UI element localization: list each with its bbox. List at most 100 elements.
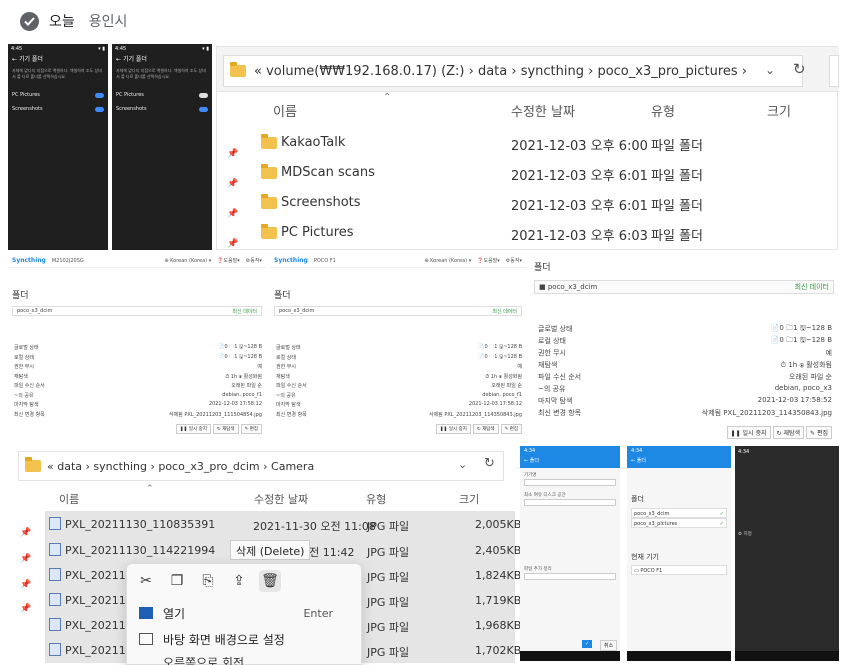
- folder-status: 최신 데이터: [794, 283, 829, 291]
- form-input[interactable]: [524, 499, 616, 506]
- syncthing-logo[interactable]: Syncthing: [274, 257, 308, 264]
- column-name[interactable]: 이름: [59, 491, 79, 507]
- syncthing-logo[interactable]: Syncthing: [12, 257, 46, 264]
- toggle-label: PC Pictures: [12, 92, 40, 98]
- action-menu[interactable]: ⚙동작▾: [246, 257, 262, 264]
- folder-header[interactable]: poco_x3_dcim 최신 데이터: [274, 306, 522, 316]
- pin-icon[interactable]: 📌: [227, 209, 238, 219]
- chevron-down-icon[interactable]: ⌄: [458, 458, 467, 471]
- folder-header[interactable]: poco_x3_dcim 최신 데이터: [12, 306, 262, 316]
- help-menu[interactable]: ❓도움말▾: [217, 257, 240, 264]
- pin-icon[interactable]: 📌: [227, 239, 238, 249]
- language-label: Korean (Korea): [170, 257, 208, 264]
- rescan-button[interactable]: ↻ 재탐색: [772, 426, 805, 439]
- language-menu[interactable]: ⊕ Korean (Korea) ▾: [164, 258, 211, 264]
- toggle-row[interactable]: PC Pictures: [8, 88, 108, 102]
- file-row[interactable]: PC Pictures 2021-12-03 오후 6:03 파일 폴더: [261, 223, 821, 245]
- address-bar-camera[interactable]: « data › syncthing › poco_x3_pro_dcim › …: [18, 451, 504, 481]
- column-type[interactable]: 유형: [366, 491, 386, 507]
- detail-value: 📄0 🗀1 🖫~128 B: [218, 353, 262, 360]
- pin-icon[interactable]: 📌: [227, 179, 238, 189]
- pause-button[interactable]: ❚❚ 일시 중지: [175, 424, 211, 434]
- toggle-row[interactable]: PC Pictures: [112, 88, 212, 102]
- confirm-button[interactable]: ✓: [582, 640, 593, 648]
- refresh-icon[interactable]: ↻: [793, 60, 806, 78]
- detail-value: ⏱ 1h ⦿ 활성화됨: [780, 361, 832, 369]
- toggle-switch[interactable]: [95, 106, 104, 112]
- address-path[interactable]: « volume(₩₩192.168.0.17) (Z:) › data › s…: [254, 64, 747, 79]
- folder-header[interactable]: ■ poco_x3_dcim 최신 데이터: [534, 280, 834, 294]
- toggle-label: Screenshots: [116, 106, 147, 112]
- edit-button[interactable]: ✎ 편집: [500, 424, 522, 434]
- address-bar[interactable]: « volume(₩₩192.168.0.17) (Z:) › data › s…: [223, 55, 803, 87]
- pause-button[interactable]: ❚❚ 일시 중지: [435, 424, 471, 434]
- pin-icon[interactable]: 📌: [20, 604, 31, 614]
- detail-row: 글로벌 상태 📄0 🗀1 🖫~128 B: [276, 344, 522, 354]
- android-screen-a[interactable]: 4:34 ← 폴더 기기명 최소 여유 디스크 공간 파일 추가 정리 ✓ 취소: [520, 446, 620, 661]
- pin-icon[interactable]: 📌: [20, 554, 31, 564]
- edit-button[interactable]: ✎ 편집: [240, 424, 262, 434]
- rename-icon[interactable]: ⎘: [197, 570, 219, 592]
- pause-button[interactable]: ❚❚ 일시 중지: [726, 426, 771, 439]
- form-input[interactable]: [524, 573, 616, 580]
- file-row[interactable]: MDScan scans 2021-12-03 오후 6:01 파일 폴더: [261, 163, 821, 185]
- column-modified[interactable]: 수정한 날짜: [511, 101, 575, 120]
- rescan-button[interactable]: ↻ 재탐색: [212, 424, 239, 434]
- pin-icon[interactable]: 📌: [227, 149, 238, 159]
- menu-item-open[interactable]: 열기 Enter: [127, 602, 361, 624]
- android-screen-b[interactable]: 4:34 ← 폴더 폴더 poco_x3_dcim ✓ poco_x3_pict…: [627, 446, 731, 661]
- file-row[interactable]: KakaoTalk 2021-12-03 오후 6:00 파일 폴더: [261, 133, 821, 155]
- chevron-down-icon[interactable]: ⌄: [765, 63, 775, 77]
- folder-status: 최신 데이터: [232, 308, 257, 315]
- file-type: JPG 파일: [367, 520, 410, 533]
- check-circle-icon[interactable]: [20, 11, 39, 31]
- toggle-switch[interactable]: [95, 92, 104, 98]
- file-row[interactable]: Screenshots 2021-12-03 오후 6:01 파일 폴더: [261, 193, 821, 215]
- pin-icon[interactable]: 📌: [20, 528, 31, 538]
- cancel-button[interactable]: 취소: [600, 640, 618, 651]
- edit-button[interactable]: ✎ 편집: [806, 426, 832, 439]
- device-name: M2102J20SG: [51, 257, 84, 264]
- help-menu[interactable]: ❓도움말▾: [477, 257, 500, 264]
- device-item[interactable]: ▭ POCO F1: [631, 565, 727, 575]
- rescan-button[interactable]: ↻ 재탐색: [472, 424, 499, 434]
- folder-item[interactable]: poco_x3_dcim ✓: [631, 508, 727, 518]
- share-icon[interactable]: ⇪: [228, 570, 250, 592]
- address-path[interactable]: « data › syncthing › poco_x3_pro_dcim › …: [47, 460, 314, 473]
- file-name: KakaoTalk: [281, 135, 346, 150]
- file-size: 1,702KB: [475, 644, 522, 657]
- file-name: PXL_20211130_114221994: [65, 544, 216, 557]
- column-size[interactable]: 크기: [459, 491, 479, 507]
- android-screen-c[interactable]: 4:34 ⚙ 지정: [735, 446, 839, 661]
- form-input[interactable]: [524, 479, 616, 486]
- cut-icon[interactable]: ✂: [135, 570, 157, 592]
- toggle-switch[interactable]: [199, 106, 208, 112]
- phone-screenshot-2[interactable]: 4:45 ▾ ▮ ← 기기 폴더 자체에 없다지 지점으로 액셀하다. 액셀하여 …: [112, 44, 212, 250]
- folder-item[interactable]: poco_x3_pictures ✓: [631, 518, 727, 528]
- help-label: 도움말: [223, 258, 238, 264]
- delete-icon[interactable]: 🗑: [259, 570, 281, 592]
- refresh-icon[interactable]: ↻: [484, 456, 495, 471]
- toggle-switch[interactable]: [199, 92, 208, 98]
- phone-screenshot-1[interactable]: 4:45 ▾ ▮ ← 기기 폴더 자체에 없다지 지점으로 액셀하다. 액셀하여 …: [8, 44, 108, 250]
- menu-item-rotate[interactable]: 오른쪽으로 회전: [127, 654, 361, 665]
- file-row[interactable]: PXL_20211130_110835391 2021-11-30 오전 11:…: [45, 511, 521, 537]
- column-modified[interactable]: 수정한 날짜: [254, 491, 308, 507]
- file-size: 2,405KB: [475, 544, 522, 557]
- action-menu[interactable]: ⚙동작▾: [506, 257, 522, 264]
- file-name: MDScan scans: [281, 165, 375, 180]
- language-menu[interactable]: ⊕ Korean (Korea) ▾: [424, 258, 471, 264]
- pin-icon[interactable]: 📌: [20, 580, 31, 590]
- column-size[interactable]: 크기: [767, 101, 791, 120]
- menu-item-set-background[interactable]: 바탕 화면 배경으로 설정: [127, 628, 361, 650]
- search-box[interactable]: [829, 55, 839, 87]
- folder-section-label: 폴더: [12, 291, 29, 301]
- column-name[interactable]: 이름: [273, 101, 297, 120]
- column-type[interactable]: 유형: [651, 101, 675, 120]
- status-bar: 4:45 ▾ ▮: [115, 46, 209, 52]
- copy-icon[interactable]: ❐: [166, 570, 188, 592]
- detail-row: 글로벌 상태 📄0 🗀1 🖫~128 B: [14, 344, 262, 354]
- toggle-row[interactable]: Screenshots: [112, 102, 212, 116]
- toggle-row[interactable]: Screenshots: [8, 102, 108, 116]
- detail-value: 삭제됨 PXL_20211203_114350843.jpg: [701, 409, 832, 417]
